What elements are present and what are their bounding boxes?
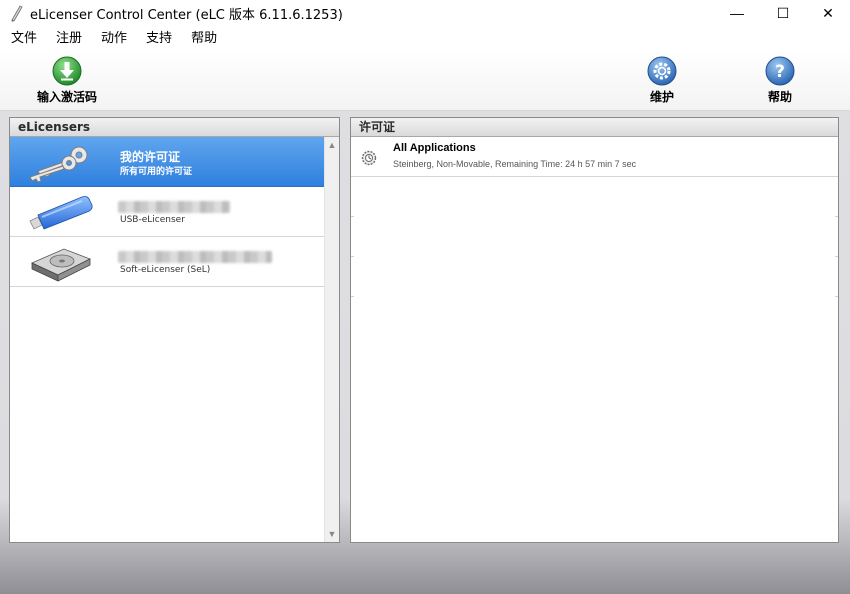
title-bar: eLicenser Control Center (eLC 版本 6.11.6.… [0,0,850,26]
divider-tick [835,216,838,217]
enter-activation-code-button[interactable]: 输入激活码 [32,56,102,105]
pencil-app-icon [11,5,23,22]
soft-elicenser-label: Soft-eLicenser (SeL) [120,265,211,275]
my-licenses-subtitle: 所有可用的许可证 [120,167,193,177]
window-title: eLicenser Control Center (eLC 版本 6.11.6.… [30,8,343,23]
elicenser-list: 我的许可证 所有可用的许可证 USB-eLicenser Soft-eLicen… [10,137,325,287]
maximize-icon: ☐ [776,4,790,21]
close-button[interactable]: ✕ [805,0,850,26]
main-area: eLicensers 我的许可证 所有可用的许可证 USB-eLicenser … [0,111,850,594]
license-row[interactable]: All Applications Steinberg, Non-Movable,… [351,137,838,177]
elicensers-panel: eLicensers 我的许可证 所有可用的许可证 USB-eLicenser … [9,117,340,543]
enter-activation-code-label: 输入激活码 [36,90,97,104]
license-name: All Applications [393,142,476,154]
toolbar: 输入激活码 维护 ? 帮助 [0,51,850,111]
list-item-usb-elicenser[interactable]: USB-eLicenser [10,187,325,237]
elicensers-panel-header: eLicensers [10,118,339,137]
keys-icon [29,146,88,183]
license-detail: Steinberg, Non-Movable, Remaining Time: … [393,159,637,169]
menu-register[interactable]: 注册 [48,28,90,50]
licenses-panel-header: 许可证 [351,118,838,137]
menu-support[interactable]: 支持 [138,28,180,50]
help-button[interactable]: ? 帮助 [758,56,802,105]
menu-file[interactable]: 文件 [3,28,45,50]
menu-help[interactable]: 帮助 [183,28,225,50]
scroll-up-icon[interactable]: ▲ [325,137,339,153]
usb-elicenser-label: USB-eLicenser [120,215,185,225]
list-item-my-licenses[interactable]: 我的许可证 所有可用的许可证 [10,137,325,187]
close-icon: ✕ [822,4,834,21]
download-arrow-icon [52,56,82,86]
help-label: 帮助 [767,90,792,104]
divider-tick [351,296,354,297]
divider-tick [351,256,354,257]
gear-icon [647,56,677,86]
gear-clock-icon [361,150,377,166]
my-licenses-title: 我的许可证 [120,150,181,164]
minimize-icon: — [730,5,744,21]
licenses-panel: 许可证 All Applications Steinberg, Non-Mova… [350,117,839,543]
menu-bar: 文件 注册 动作 支持 帮助 [0,27,850,51]
divider-tick [835,256,838,257]
divider-tick [351,216,354,217]
scroll-down-icon[interactable]: ▼ [325,526,339,542]
soft-elicenser-serial-redacted [118,251,272,263]
divider-tick [835,296,838,297]
question-mark-icon: ? [765,56,795,86]
list-item-soft-elicenser[interactable]: Soft-eLicenser (SeL) [10,237,325,287]
usb-stick-icon [29,196,93,230]
svg-text:?: ? [775,62,785,82]
maintenance-label: 维护 [649,90,674,104]
maximize-button[interactable]: ☐ [760,0,806,26]
minimize-button[interactable]: — [714,0,760,26]
menu-actions[interactable]: 动作 [93,28,135,50]
elicensers-scrollbar[interactable]: ▲ ▼ [324,137,339,542]
hard-drive-icon [31,248,91,282]
usb-serial-redacted [118,201,230,213]
maintenance-button[interactable]: 维护 [640,56,684,105]
